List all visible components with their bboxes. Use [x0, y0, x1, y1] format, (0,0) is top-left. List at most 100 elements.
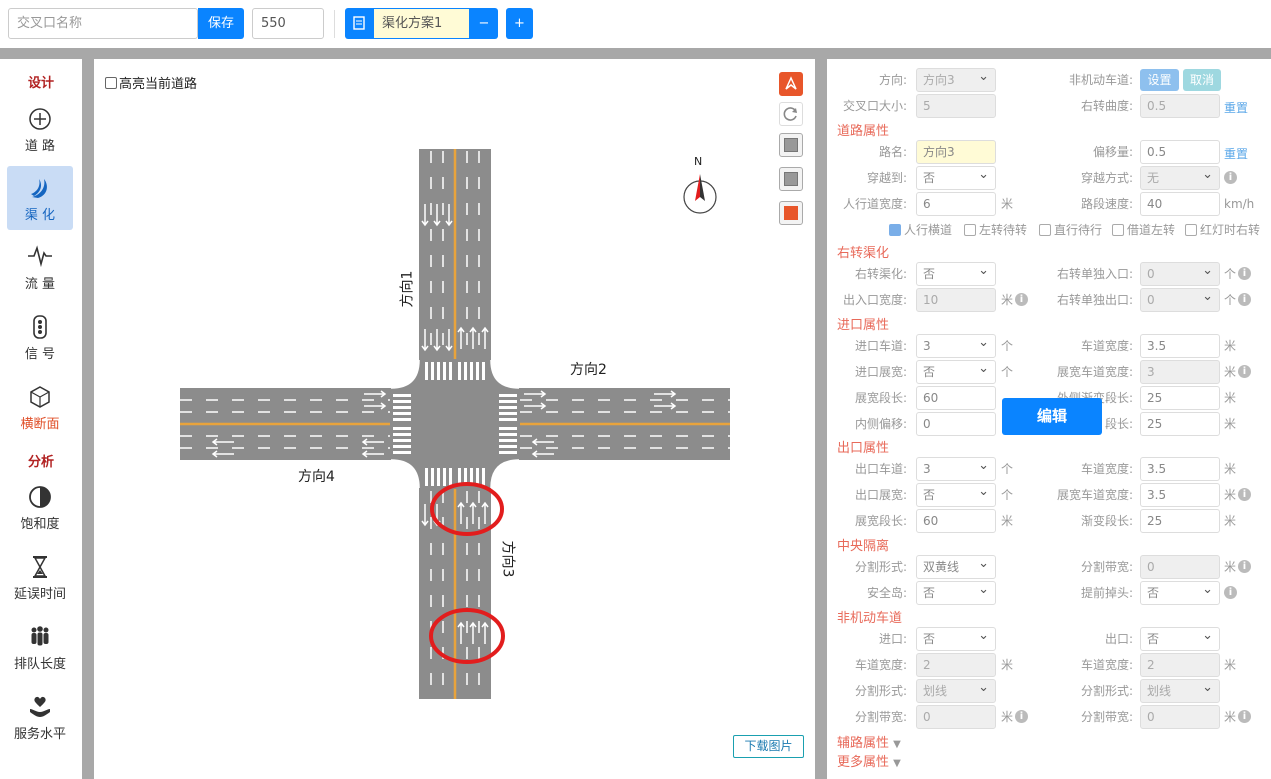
bike-form-select[interactable]: 划线 [1140, 677, 1220, 703]
island-select[interactable]: 否 [916, 579, 996, 605]
cross-to-select[interactable]: 否 [916, 164, 996, 190]
gray-square-button[interactable] [779, 167, 803, 191]
exit-lanes-select[interactable]: 3 [916, 455, 996, 481]
bike-divider-field[interactable]: 0 [916, 705, 996, 729]
divider-form-select[interactable]: 双黄线 [916, 553, 996, 579]
unit-meter: 米 [1224, 560, 1237, 574]
entry-lane-width-field[interactable]: 3.5 [1140, 334, 1220, 358]
bike-entry-select[interactable]: 否 [916, 625, 996, 651]
bike-form-label: 分割形式: [854, 684, 907, 698]
edit-button[interactable]: 编辑 [1002, 398, 1102, 435]
pin-tool-button[interactable] [779, 72, 803, 96]
right-turn-select[interactable]: 否 [916, 260, 996, 286]
gray-square-button[interactable] [779, 133, 803, 157]
refresh-button[interactable] [779, 102, 803, 126]
checkbox-red-right[interactable]: 红灯时右转 [1185, 222, 1260, 238]
inner-offset-field[interactable]: 0 [916, 412, 996, 436]
entry-lanes-select[interactable]: 3 [916, 332, 996, 358]
exit-taper-field[interactable]: 25 [1140, 509, 1220, 533]
speed-field[interactable]: 40 [1140, 192, 1220, 216]
rt-entry-select[interactable]: 0 [1140, 260, 1220, 286]
checkbox-straight-wait[interactable]: 直行待行 [1039, 222, 1102, 238]
hourglass-icon [7, 555, 73, 581]
entry-widen-select[interactable]: 否 [916, 358, 996, 384]
unit-meter: 米 [1224, 365, 1237, 379]
rt-exit-label: 右转单独出口: [1056, 293, 1133, 307]
add-scheme-button[interactable]: + [506, 8, 533, 39]
aux-road-header[interactable]: 辅路属性 ▼ [837, 732, 901, 751]
cube-icon [7, 385, 73, 411]
sidebar-item-flow[interactable]: 流 量 [7, 235, 73, 299]
inner-taper-field[interactable]: 25 [1140, 412, 1220, 436]
entry-widen-width-field[interactable]: 3 [1140, 360, 1220, 384]
curve-field[interactable]: 0.5 [1140, 94, 1220, 118]
advance-uturn-label: 提前掉头: [1080, 586, 1133, 600]
size-field[interactable]: 5 [916, 94, 996, 118]
exit-widen-width-field[interactable]: 3.5 [1140, 483, 1220, 507]
info-icon[interactable]: i [1238, 560, 1251, 573]
bike-width-field[interactable]: 2 [916, 653, 996, 677]
rt-exit-select[interactable]: 0 [1140, 286, 1220, 312]
entry-taper-field[interactable]: 25 [1140, 386, 1220, 410]
sidebar-item-delay[interactable]: 延误时间 [7, 545, 73, 609]
scheme-select[interactable]: 渠化方案1 [373, 8, 470, 39]
offset-field[interactable]: 0.5 [1140, 140, 1220, 164]
cross-mode-select[interactable]: 无 [1140, 164, 1220, 190]
remove-scheme-button[interactable]: − [470, 8, 498, 39]
info-icon[interactable]: i [1238, 365, 1251, 378]
cancel-button[interactable]: 取消 [1183, 69, 1221, 91]
size-input[interactable]: 550 [252, 8, 324, 39]
exit-widen-len-field[interactable]: 60 [916, 509, 996, 533]
gray-square-icon [784, 138, 798, 152]
road-name-field[interactable]: 方向3 [916, 140, 996, 164]
save-button[interactable]: 保存 [198, 8, 244, 39]
advance-uturn-select[interactable]: 否 [1140, 579, 1220, 605]
reset-curve-link[interactable]: 重置 [1224, 99, 1248, 116]
unit-meter: 米 [1224, 488, 1237, 502]
direction-select[interactable]: 方向3 [916, 66, 996, 92]
info-icon[interactable]: i [1238, 488, 1251, 501]
bike-exit-select[interactable]: 否 [1140, 625, 1220, 651]
sidebar-item-cross-section[interactable]: 横断面 [7, 375, 73, 439]
info-icon[interactable]: i [1224, 586, 1237, 599]
sidebar-item-queue[interactable]: 排队长度 [7, 615, 73, 679]
gray-square-icon [784, 172, 798, 186]
sidebar-item-road[interactable]: 道 路 [7, 97, 73, 161]
intersection-name-input[interactable]: 交叉口名称 [8, 8, 198, 39]
checkbox-left-wait[interactable]: 左转待转 [964, 222, 1027, 238]
download-image-button[interactable]: 下载图片 [733, 735, 804, 758]
sidebar-item-saturation[interactable]: 饱和度 [7, 475, 73, 539]
exit-widen-select[interactable]: 否 [916, 481, 996, 507]
bike-form-select[interactable]: 划线 [916, 677, 996, 703]
sidewalk-width-field[interactable]: 6 [916, 192, 996, 216]
document-icon[interactable] [345, 8, 373, 39]
intersection-canvas[interactable]: 高亮当前道路 N 方向1 方向2 方向3 方向4 下载图片 [94, 59, 815, 779]
info-icon[interactable]: i [1015, 293, 1028, 306]
bike-divider-field[interactable]: 0 [1140, 705, 1220, 729]
checkbox-borrow-left[interactable]: 借道左转 [1112, 222, 1175, 238]
info-icon[interactable]: i [1238, 293, 1251, 306]
sidebar-item-channel[interactable]: 渠 化 [7, 166, 73, 230]
set-button[interactable]: 设置 [1140, 69, 1179, 91]
info-icon[interactable]: i [1015, 710, 1028, 723]
caret-down-icon: ▼ [893, 758, 901, 769]
orange-square-button[interactable] [779, 201, 803, 225]
bike-exit-label: 出口: [1104, 632, 1133, 646]
info-icon[interactable]: i [1238, 710, 1251, 723]
reset-offset-link[interactable]: 重置 [1224, 145, 1248, 162]
divider-width-field[interactable]: 0 [1140, 555, 1220, 579]
more-properties-header[interactable]: 更多属性 ▼ [837, 751, 901, 770]
exit-properties-header: 出口属性 [837, 441, 890, 456]
unit-meter: 米 [1224, 339, 1237, 353]
intersection-drawing[interactable] [94, 59, 815, 779]
info-icon[interactable]: i [1224, 171, 1237, 184]
cross-to-label: 穿越到: [866, 171, 907, 185]
info-icon[interactable]: i [1238, 267, 1251, 280]
sidebar-item-signal[interactable]: 信 号 [7, 305, 73, 369]
checkbox-crosswalk[interactable]: 人行横道 [889, 222, 952, 238]
sidebar-item-service[interactable]: 服务水平 [7, 685, 73, 749]
entry-widen-len-field[interactable]: 60 [916, 386, 996, 410]
bike-width-field[interactable]: 2 [1140, 653, 1220, 677]
exit-lane-width-field[interactable]: 3.5 [1140, 457, 1220, 481]
io-width-field[interactable]: 10 [916, 288, 996, 312]
